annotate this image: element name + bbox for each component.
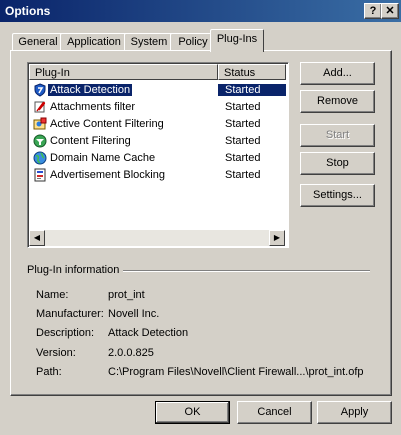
column-header-plug-in[interactable]: Plug-In	[29, 64, 218, 80]
cancel-button[interactable]: Cancel	[237, 401, 312, 424]
settings-button[interactable]: Settings...	[300, 184, 375, 207]
column-header-status[interactable]: Status	[218, 64, 286, 80]
tab-application[interactable]: Application	[60, 33, 128, 51]
horizontal-scrollbar[interactable]: ◀ ▶	[29, 230, 285, 246]
path-label: Path:	[36, 366, 62, 378]
plugin-info-heading: Plug-In information	[27, 264, 124, 276]
group-divider	[118, 270, 370, 272]
plugin-name: Content Filtering	[50, 135, 131, 147]
plugin-name: Attachments filter	[50, 101, 135, 113]
path-value: C:\Program Files\Novell\Client Firewall.…	[108, 366, 364, 378]
remove-button[interactable]: Remove	[300, 90, 375, 113]
plugin-name: Active Content Filtering	[50, 118, 164, 130]
plugin-status: Started	[218, 84, 286, 96]
title-bar[interactable]: Options ? ✕	[0, 0, 401, 22]
list-item[interactable]: Attachments filter Started	[30, 99, 286, 116]
name-label: Name:	[36, 289, 69, 301]
apply-button[interactable]: Apply	[317, 401, 392, 424]
scroll-left-arrow-icon[interactable]: ◀	[29, 230, 45, 246]
list-item[interactable]: Content Filtering Started	[30, 133, 286, 150]
stop-button[interactable]: Stop	[300, 152, 375, 175]
paperclip-icon	[34, 101, 46, 113]
start-button[interactable]: Start	[300, 124, 375, 147]
description-label: Description:	[36, 327, 95, 339]
add-button[interactable]: Add...	[300, 62, 375, 85]
name-value: prot_int	[108, 289, 145, 301]
content-filter-icon	[33, 134, 47, 148]
list-item[interactable]: Advertisement Blocking Started	[30, 167, 286, 184]
plugin-status: Started	[225, 118, 261, 130]
plugin-status: Started	[225, 101, 261, 113]
plugin-list[interactable]: Plug-In Status Attack Detection Started …	[27, 62, 289, 248]
plugin-status: Started	[225, 152, 261, 164]
shield-icon	[34, 83, 46, 97]
window-title: Options	[5, 4, 51, 18]
list-item[interactable]: Active Content Filtering Started	[30, 116, 286, 133]
plugin-status: Started	[225, 169, 261, 181]
manufacturer-label: Manufacturer:	[36, 308, 104, 320]
plugin-status: Started	[225, 135, 261, 147]
ad-block-icon	[34, 168, 46, 182]
version-value: 2.0.0.825	[108, 347, 154, 359]
plugin-name: Attack Detection	[48, 84, 133, 96]
tab-general[interactable]: General	[12, 33, 64, 51]
plugin-name: Domain Name Cache	[50, 152, 156, 164]
plugin-name: Advertisement Blocking	[50, 169, 165, 181]
scroll-right-arrow-icon[interactable]: ▶	[269, 230, 285, 246]
active-content-icon	[33, 117, 47, 130]
ok-button[interactable]: OK	[155, 401, 230, 424]
version-label: Version:	[36, 347, 76, 359]
manufacturer-value: Novell Inc.	[108, 308, 160, 320]
globe-icon	[33, 151, 47, 165]
list-item[interactable]: Domain Name Cache Started	[30, 150, 286, 167]
description-value: Attack Detection	[108, 327, 189, 339]
tab-plug-ins[interactable]: Plug-Ins	[210, 29, 264, 52]
help-button[interactable]: ?	[364, 3, 382, 19]
list-item[interactable]: Attack Detection Started	[30, 82, 286, 99]
tab-system[interactable]: System	[124, 33, 174, 51]
close-button[interactable]: ✕	[381, 3, 399, 19]
